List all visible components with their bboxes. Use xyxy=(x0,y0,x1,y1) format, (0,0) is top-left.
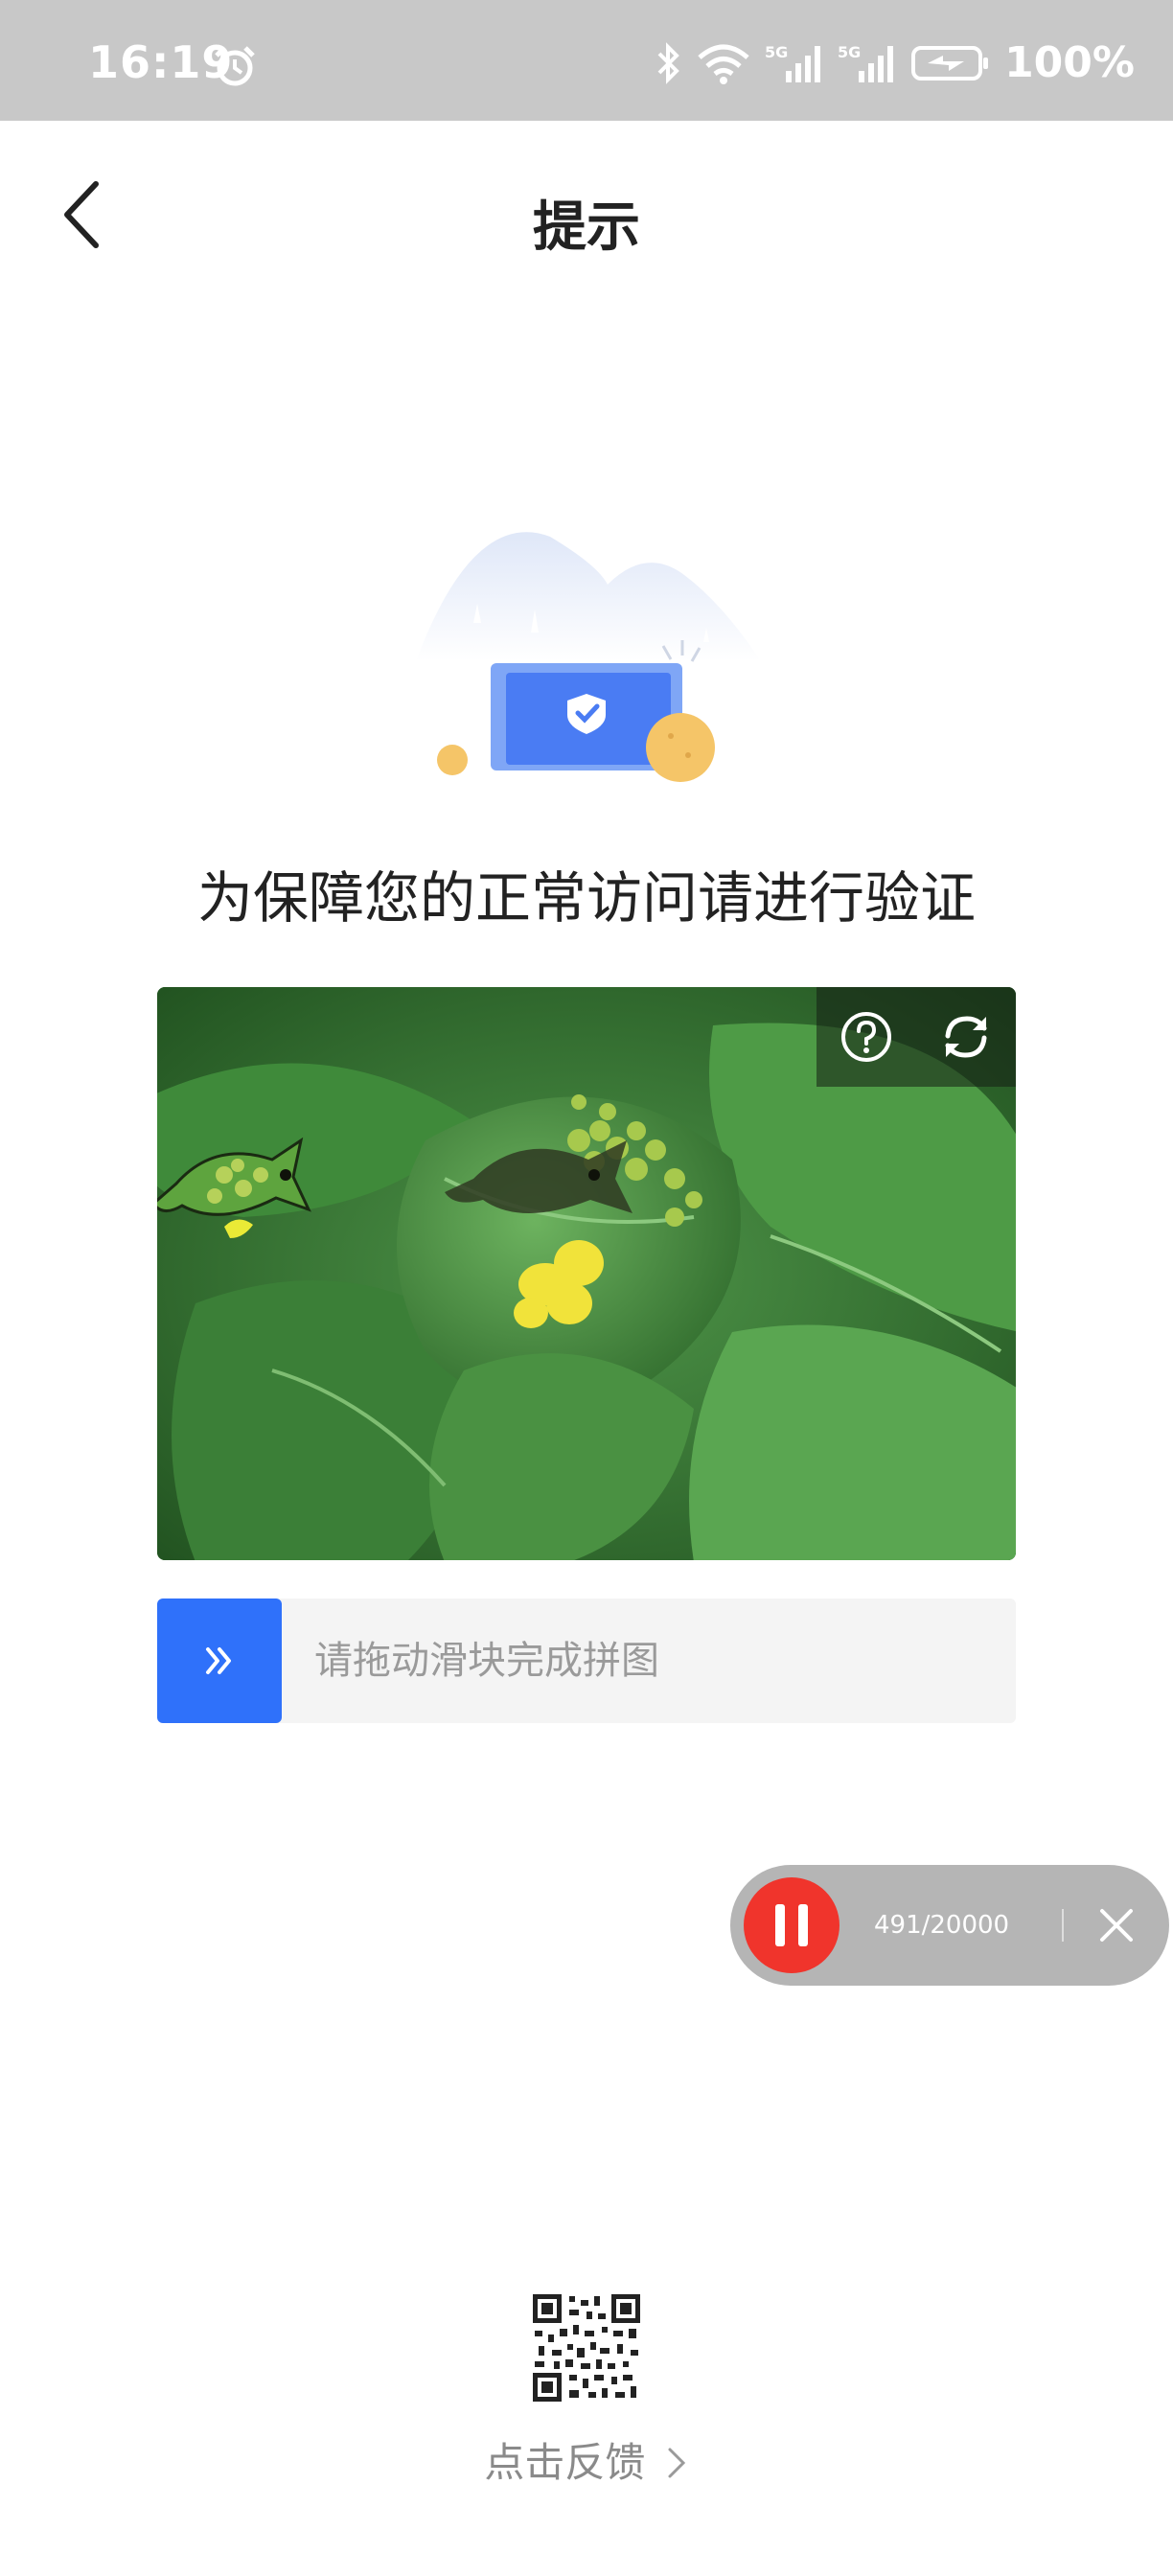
feedback-link[interactable]: 点击反馈 xyxy=(0,2430,1173,2489)
double-chevron-right-icon xyxy=(206,1647,231,1674)
status-icons: 5G 5G 100% xyxy=(654,38,1135,87)
refresh-button[interactable] xyxy=(935,1006,997,1068)
slider-hint: 请拖动滑块完成拼图 xyxy=(314,1639,659,1683)
signal-5g-label: 5G xyxy=(765,43,788,61)
close-icon[interactable] xyxy=(1085,1894,1148,1957)
status-bar: 16:19 5G 5G 100% xyxy=(0,0,1173,121)
question-icon xyxy=(841,1012,891,1062)
record-counter: 491/20000 xyxy=(874,1911,1010,1940)
refresh-icon xyxy=(945,1016,987,1058)
verify-headline: 为保障您的正常访问请进行验证 xyxy=(196,865,976,931)
bluetooth-icon xyxy=(657,41,679,84)
screen-recorder-control: 491/20000 xyxy=(730,1865,1169,1986)
signal-5g-label: 5G xyxy=(838,43,861,61)
feedback-label: 点击反馈 xyxy=(484,2439,646,2486)
status-time: 16:19 xyxy=(88,36,234,88)
divider xyxy=(1062,1909,1064,1942)
security-illustration xyxy=(416,532,761,782)
page-title: 提示 xyxy=(533,196,640,259)
help-button[interactable] xyxy=(836,1006,897,1068)
signal-5g-icon: 5G xyxy=(765,43,821,82)
slider-track[interactable]: 请拖动滑块完成拼图 xyxy=(157,1598,1016,1723)
pause-record-button[interactable] xyxy=(744,1877,840,1973)
qr-code-icon[interactable] xyxy=(531,2292,642,2404)
captcha-toolbar xyxy=(816,987,1016,1087)
chevron-right-icon xyxy=(668,2448,685,2478)
battery-percent: 100% xyxy=(1004,38,1135,87)
pause-icon xyxy=(798,1904,808,1946)
captcha-puzzle-image xyxy=(157,987,1016,1560)
wifi-icon xyxy=(698,44,749,84)
signal-5g-icon: 5G xyxy=(838,43,894,82)
slider-handle[interactable] xyxy=(157,1598,282,1723)
alarm-icon xyxy=(215,46,255,86)
battery-charging-icon xyxy=(911,45,989,80)
pause-icon xyxy=(775,1904,785,1946)
